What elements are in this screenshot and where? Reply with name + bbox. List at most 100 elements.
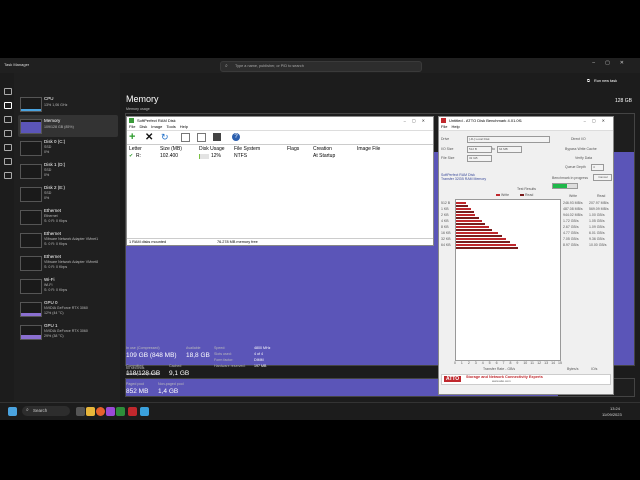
app-icon[interactable] — [106, 407, 115, 416]
taskbar-search[interactable]: ⌕ Search — [22, 406, 70, 416]
read-result: 6.01 GB/s — [589, 231, 605, 235]
atto-logo: ATTO — [444, 376, 462, 382]
direct-io-checkbox[interactable]: Direct I/O — [571, 137, 586, 141]
atto-taskbar-icon[interactable] — [128, 407, 137, 416]
io-to-select[interactable]: 64 MB — [497, 146, 522, 153]
axis-tick: 11 — [530, 361, 534, 365]
atto-titlebar[interactable]: Untitled - ATTO Disk Benchmark 4.01.0f1 … — [439, 117, 613, 124]
perf-item-sub2: S: 0 R: 0 Kbps — [44, 288, 68, 292]
gpu-thumb — [20, 325, 42, 340]
task-view-icon[interactable] — [76, 407, 85, 416]
usage-bar — [199, 154, 209, 159]
check-icon[interactable] — [181, 133, 190, 142]
legend-write-swatch — [496, 194, 500, 196]
ramdisk-title: SoftPerfect RAM Disk — [137, 118, 176, 123]
perf-item-gpu0[interactable]: GPU 0 NVIDIA GeForce RTX 3060 12% (44 °C… — [18, 298, 118, 320]
col-flags[interactable]: Flags — [287, 146, 299, 152]
menu-help[interactable]: Help — [180, 124, 188, 129]
progress-label: Benchmark in progress — [552, 176, 588, 180]
help-icon[interactable]: ? — [232, 133, 240, 141]
startup-icon[interactable] — [4, 130, 12, 137]
bypass-checkbox[interactable]: Bypass Write Cache — [565, 147, 597, 151]
perf-item-name: GPU 0 — [44, 300, 58, 305]
cached-label: Cached — [169, 364, 182, 368]
perf-item-cpu[interactable]: CPU 13% 1,06 GHz — [18, 93, 118, 115]
run-task-button[interactable]: Run new task — [594, 79, 617, 83]
size-label: 8 KB — [441, 225, 449, 229]
cancel-button[interactable]: Cancel — [593, 174, 612, 181]
units-bytes-radio[interactable]: Bytes/s — [567, 367, 578, 371]
taskmanager-taskbar-icon[interactable] — [140, 407, 149, 416]
slots-label: Slots used: — [214, 352, 232, 356]
results-label: Test Results — [517, 187, 537, 191]
memory-usage-label: Memory usage — [126, 107, 150, 111]
col-creation[interactable]: Creation — [313, 146, 332, 152]
perf-item-disk1[interactable]: Disk 1 (D:) SSD 0% — [18, 160, 118, 182]
add-disk-icon[interactable]: + — [129, 132, 138, 143]
atto-menu-help[interactable]: Help — [451, 124, 459, 129]
properties-icon[interactable] — [197, 133, 206, 142]
details-icon[interactable] — [4, 158, 12, 165]
form-label: Form factor: — [214, 358, 234, 362]
menu-disk[interactable]: Disk — [139, 124, 147, 129]
axis-tick: 7 — [502, 361, 505, 365]
processes-icon[interactable] — [4, 88, 12, 95]
save-icon[interactable] — [213, 133, 221, 141]
firefox-icon[interactable] — [96, 407, 105, 416]
perf-item-name: Disk 2 (E:) — [44, 185, 66, 190]
start-icon[interactable] — [8, 407, 17, 416]
drive-select[interactable]: [-R-] Local Disk — [467, 136, 550, 143]
queue-depth-select[interactable]: 4 — [591, 164, 604, 171]
menu-file[interactable]: File — [129, 124, 135, 129]
axis-tick: 9 — [516, 361, 519, 365]
search-input[interactable]: ⌕ Type a name, publisher, or PID to sear… — [220, 61, 422, 72]
perf-item-wifi[interactable]: Wi-Fi Wi-Fi S: 0 R: 0 Kbps — [18, 275, 118, 297]
perf-item-name: Ethernet — [44, 254, 62, 259]
perf-item-disk0[interactable]: Disk 0 (C:) SSD 0% — [18, 137, 118, 159]
clock-date: 11/09/2023 — [602, 412, 622, 417]
read-result: 1.05 GB/s — [589, 219, 605, 223]
col-letter[interactable]: Letter — [129, 146, 142, 152]
perf-item-gpu1[interactable]: GPU 1 NVIDIA GeForce RTX 3060 29% (38 °C… — [18, 321, 118, 343]
col-usage[interactable]: Disk Usage — [199, 146, 225, 152]
perf-item-memory[interactable]: Memory 109/128 GB (85%) — [18, 115, 118, 137]
ramdisk-window-controls[interactable]: –▢✕ — [404, 117, 431, 124]
history-icon[interactable] — [4, 116, 12, 123]
perf-item-name: Memory — [44, 118, 61, 123]
col-size[interactable]: Size (MB) — [160, 146, 182, 152]
memory-title: Memory — [126, 94, 159, 104]
remove-disk-icon[interactable]: ✕ — [145, 133, 154, 143]
services-icon[interactable] — [4, 172, 12, 179]
menu-tools[interactable]: Tools — [166, 124, 175, 129]
perf-item-sub: Wi-Fi — [44, 283, 53, 287]
perf-item-ethernet[interactable]: Ethernet Ethernet S: 0 R: 0 Kbps — [18, 206, 118, 228]
file-size-select[interactable]: 32 GB — [467, 155, 492, 162]
disk-thumb — [20, 141, 42, 156]
atto-window-controls[interactable]: –▢✕ — [584, 117, 611, 124]
window-controls[interactable]: –▢✕ — [592, 60, 634, 66]
io-from-select[interactable]: 512 B — [467, 146, 492, 153]
performance-icon[interactable] — [4, 102, 12, 109]
col-fs[interactable]: File System — [234, 146, 260, 152]
units-io-radio[interactable]: IO/s — [591, 367, 597, 371]
perf-item-name: CPU — [44, 96, 54, 101]
refresh-icon[interactable]: ↻ — [161, 133, 170, 142]
ramdisk-taskbar-icon[interactable] — [116, 407, 125, 416]
col-image[interactable]: Image File — [357, 146, 380, 152]
perf-item-ethernet-vmnet8[interactable]: Ethernet VMware Network Adapter VMnet8 S… — [18, 252, 118, 274]
perf-item-ethernet-vmnet1[interactable]: Ethernet VMware Network Adapter VMnet1 S… — [18, 229, 118, 251]
menu-image[interactable]: Image — [151, 124, 162, 129]
users-icon[interactable] — [4, 144, 12, 151]
atto-menu-file[interactable]: File — [441, 124, 447, 129]
ramdisk-menu: File Disk Image Tools Help — [127, 124, 433, 131]
perf-item-disk2[interactable]: Disk 2 (E:) SSD 0% — [18, 183, 118, 205]
verify-checkbox[interactable]: Verify Data — [575, 156, 592, 160]
ethernet-thumb — [20, 256, 42, 271]
table-row[interactable]: ✔ R: 102.400 12% NTFS At Startup — [127, 153, 433, 161]
axis-tick: 8 — [509, 361, 512, 365]
axis-label: Transfer Rate - GB/s — [483, 367, 516, 371]
explorer-icon[interactable] — [86, 407, 95, 416]
read-bar — [456, 216, 479, 219]
in-use-label: In use (Compressed) — [126, 346, 160, 350]
ramdisk-titlebar[interactable]: SoftPerfect RAM Disk –▢✕ — [127, 117, 433, 124]
